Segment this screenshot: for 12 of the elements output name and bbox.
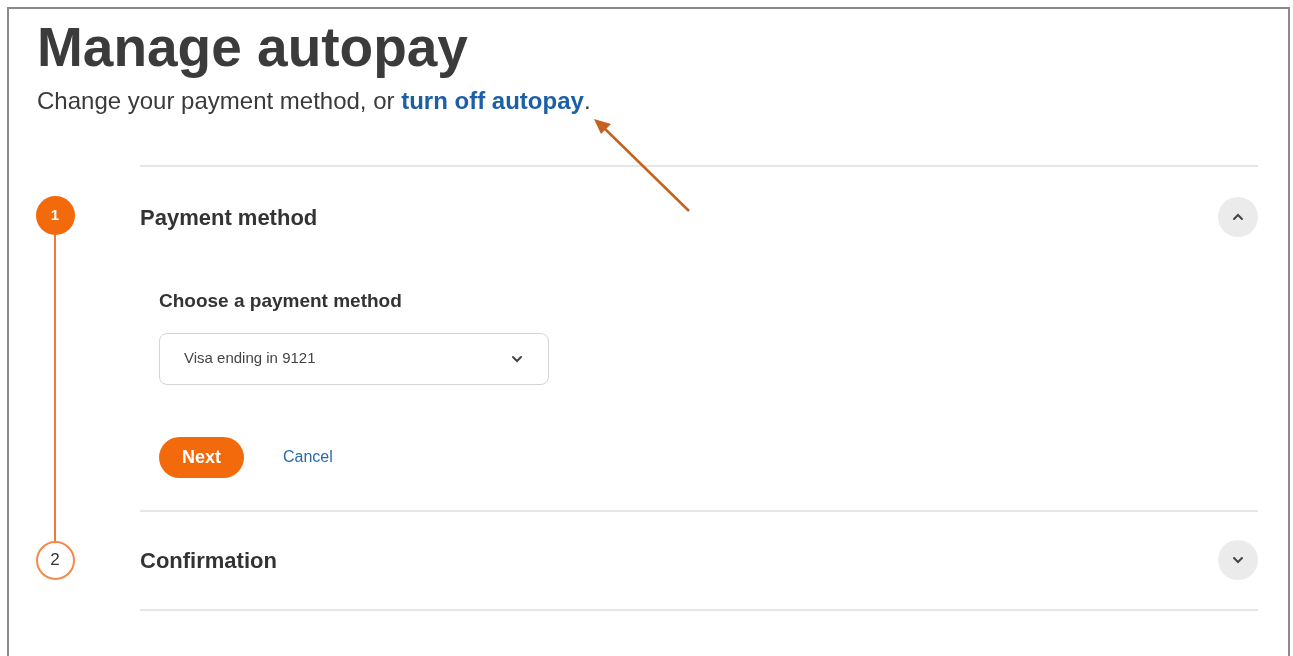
subtitle: Change your payment method, or turn off autopay. (37, 86, 591, 116)
step-number: 1 (35, 196, 75, 235)
turn-off-autopay-link[interactable]: turn off autopay (401, 87, 584, 114)
page-title: Manage autopay (37, 15, 468, 79)
step-title: Confirmation (140, 546, 277, 575)
field-label: Choose a payment method (159, 289, 402, 313)
expand-button[interactable] (1218, 540, 1258, 580)
step-title: Payment method (140, 203, 318, 232)
step-number: 2 (35, 540, 75, 580)
cancel-link[interactable]: Cancel (283, 445, 333, 469)
collapse-button[interactable] (1218, 197, 1258, 237)
payment-method-dropdown[interactable]: Visa ending in 9121 (159, 332, 549, 385)
